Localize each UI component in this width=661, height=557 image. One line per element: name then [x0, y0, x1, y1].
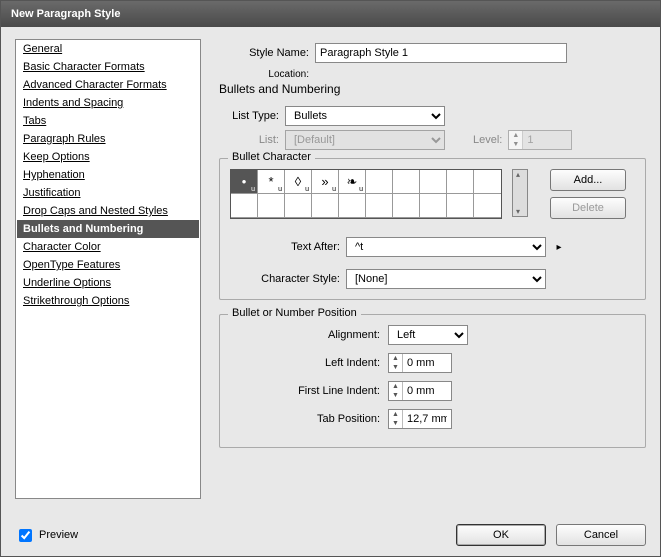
window-title: New Paragraph Style: [11, 8, 120, 20]
sidebar-item[interactable]: Keep Options: [17, 148, 199, 166]
level-value: [523, 131, 571, 149]
section-title: Bullets and Numbering: [219, 82, 646, 96]
titlebar: New Paragraph Style: [1, 1, 660, 27]
tab-position-label: Tab Position:: [230, 413, 380, 425]
preview-checkbox-wrap[interactable]: Preview: [15, 526, 78, 545]
bullet-char-cell[interactable]: [447, 194, 474, 218]
bullet-char-cell[interactable]: •u: [231, 170, 258, 194]
first-line-indent-spinner[interactable]: ▲▼: [388, 381, 452, 401]
list-type-select[interactable]: Bullets: [285, 106, 445, 126]
level-spinner: ▲▼: [508, 130, 572, 150]
alignment-select[interactable]: Left: [388, 325, 468, 345]
sidebar-item[interactable]: General: [17, 40, 199, 58]
bullet-char-cell[interactable]: [420, 194, 447, 218]
unicode-indicator-icon: u: [332, 186, 336, 193]
list-label: List:: [219, 134, 279, 146]
sidebar-item[interactable]: OpenType Features: [17, 256, 199, 274]
sidebar-item[interactable]: Hyphenation: [17, 166, 199, 184]
bullet-char-cell[interactable]: [474, 170, 501, 194]
unicode-indicator-icon: u: [359, 186, 363, 193]
bullet-char-cell[interactable]: [393, 170, 420, 194]
text-after-label: Text After:: [230, 241, 340, 253]
sidebar-item[interactable]: Character Color: [17, 238, 199, 256]
unicode-indicator-icon: u: [278, 186, 282, 193]
bullet-character-grid[interactable]: •u*u◊u»u❧u: [230, 169, 502, 219]
text-after-flyout-icon[interactable]: ▸: [552, 237, 566, 257]
unicode-indicator-icon: u: [305, 186, 309, 193]
preview-checkbox[interactable]: [19, 529, 32, 542]
tab-position-spinner[interactable]: ▲▼: [388, 409, 452, 429]
bullet-char-cell[interactable]: [420, 170, 447, 194]
spin-up-icon[interactable]: ▲: [389, 410, 402, 419]
unicode-indicator-icon: u: [251, 186, 255, 193]
bullet-char-cell[interactable]: [366, 170, 393, 194]
first-line-indent-label: First Line Indent:: [230, 385, 380, 397]
dialog-content: GeneralBasic Character FormatsAdvanced C…: [1, 27, 660, 556]
bullet-char-cell[interactable]: [393, 194, 420, 218]
sidebar-item[interactable]: Indents and Spacing: [17, 94, 199, 112]
list-select: [Default]: [285, 130, 445, 150]
bullet-char-cell[interactable]: ◊u: [285, 170, 312, 194]
spin-down-icon[interactable]: ▼: [389, 419, 402, 428]
bullet-char-cell[interactable]: [312, 194, 339, 218]
bullet-char-cell[interactable]: »u: [312, 170, 339, 194]
bullet-char-cell[interactable]: ❧u: [339, 170, 366, 194]
bullet-char-cell[interactable]: [447, 170, 474, 194]
bullet-char-cell[interactable]: [231, 194, 258, 218]
sidebar-item[interactable]: Tabs: [17, 112, 199, 130]
position-group: Bullet or Number Position Alignment: Lef…: [219, 314, 646, 448]
bullet-character-group: Bullet Character •u*u◊u»u❧u Add... Delet…: [219, 158, 646, 300]
spin-up-icon[interactable]: ▲: [389, 354, 402, 363]
spin-down-icon: ▼: [509, 140, 522, 149]
character-style-label: Character Style:: [230, 273, 340, 285]
sidebar-item[interactable]: Drop Caps and Nested Styles: [17, 202, 199, 220]
dialog-window: New Paragraph Style GeneralBasic Charact…: [0, 0, 661, 557]
bullet-char-cell[interactable]: [258, 194, 285, 218]
spin-up-icon: ▲: [509, 131, 522, 140]
spin-up-icon[interactable]: ▲: [389, 382, 402, 391]
left-indent-spinner[interactable]: ▲▼: [388, 353, 452, 373]
sidebar-item[interactable]: Advanced Character Formats: [17, 76, 199, 94]
style-name-input[interactable]: [315, 43, 567, 63]
preview-label: Preview: [39, 529, 78, 541]
spin-down-icon[interactable]: ▼: [389, 391, 402, 400]
dialog-footer: Preview OK Cancel: [15, 524, 646, 546]
character-style-select[interactable]: [None]: [346, 269, 546, 289]
sidebar-item[interactable]: Bullets and Numbering: [17, 220, 199, 238]
sidebar-item[interactable]: Strikethrough Options: [17, 292, 199, 310]
sidebar-item[interactable]: Paragraph Rules: [17, 130, 199, 148]
tab-position-value[interactable]: [403, 410, 451, 428]
bullet-char-cell[interactable]: [285, 194, 312, 218]
location-label: Location:: [219, 69, 309, 80]
category-sidebar[interactable]: GeneralBasic Character FormatsAdvanced C…: [15, 39, 201, 499]
left-indent-label: Left Indent:: [230, 357, 380, 369]
sidebar-item[interactable]: Basic Character Formats: [17, 58, 199, 76]
level-label: Level:: [473, 134, 502, 146]
bullet-char-cell[interactable]: [366, 194, 393, 218]
bullet-char-cell[interactable]: [474, 194, 501, 218]
left-indent-value[interactable]: [403, 354, 451, 372]
bullet-char-cell[interactable]: [339, 194, 366, 218]
bullet-char-cell[interactable]: *u: [258, 170, 285, 194]
style-name-label: Style Name:: [219, 47, 309, 59]
alignment-label: Alignment:: [230, 329, 380, 341]
position-legend: Bullet or Number Position: [228, 307, 361, 319]
spin-down-icon[interactable]: ▼: [389, 363, 402, 372]
main-panel: Style Name: Location: Bullets and Number…: [219, 39, 646, 499]
first-line-indent-value[interactable]: [403, 382, 451, 400]
sidebar-item[interactable]: Justification: [17, 184, 199, 202]
cancel-button[interactable]: Cancel: [556, 524, 646, 546]
delete-bullet-button: Delete: [550, 197, 626, 219]
bullet-character-legend: Bullet Character: [228, 151, 315, 163]
text-after-select[interactable]: ^t: [346, 237, 546, 257]
grid-scrollbar[interactable]: [512, 169, 528, 217]
list-type-label: List Type:: [219, 110, 279, 122]
ok-button[interactable]: OK: [456, 524, 546, 546]
add-bullet-button[interactable]: Add...: [550, 169, 626, 191]
sidebar-item[interactable]: Underline Options: [17, 274, 199, 292]
